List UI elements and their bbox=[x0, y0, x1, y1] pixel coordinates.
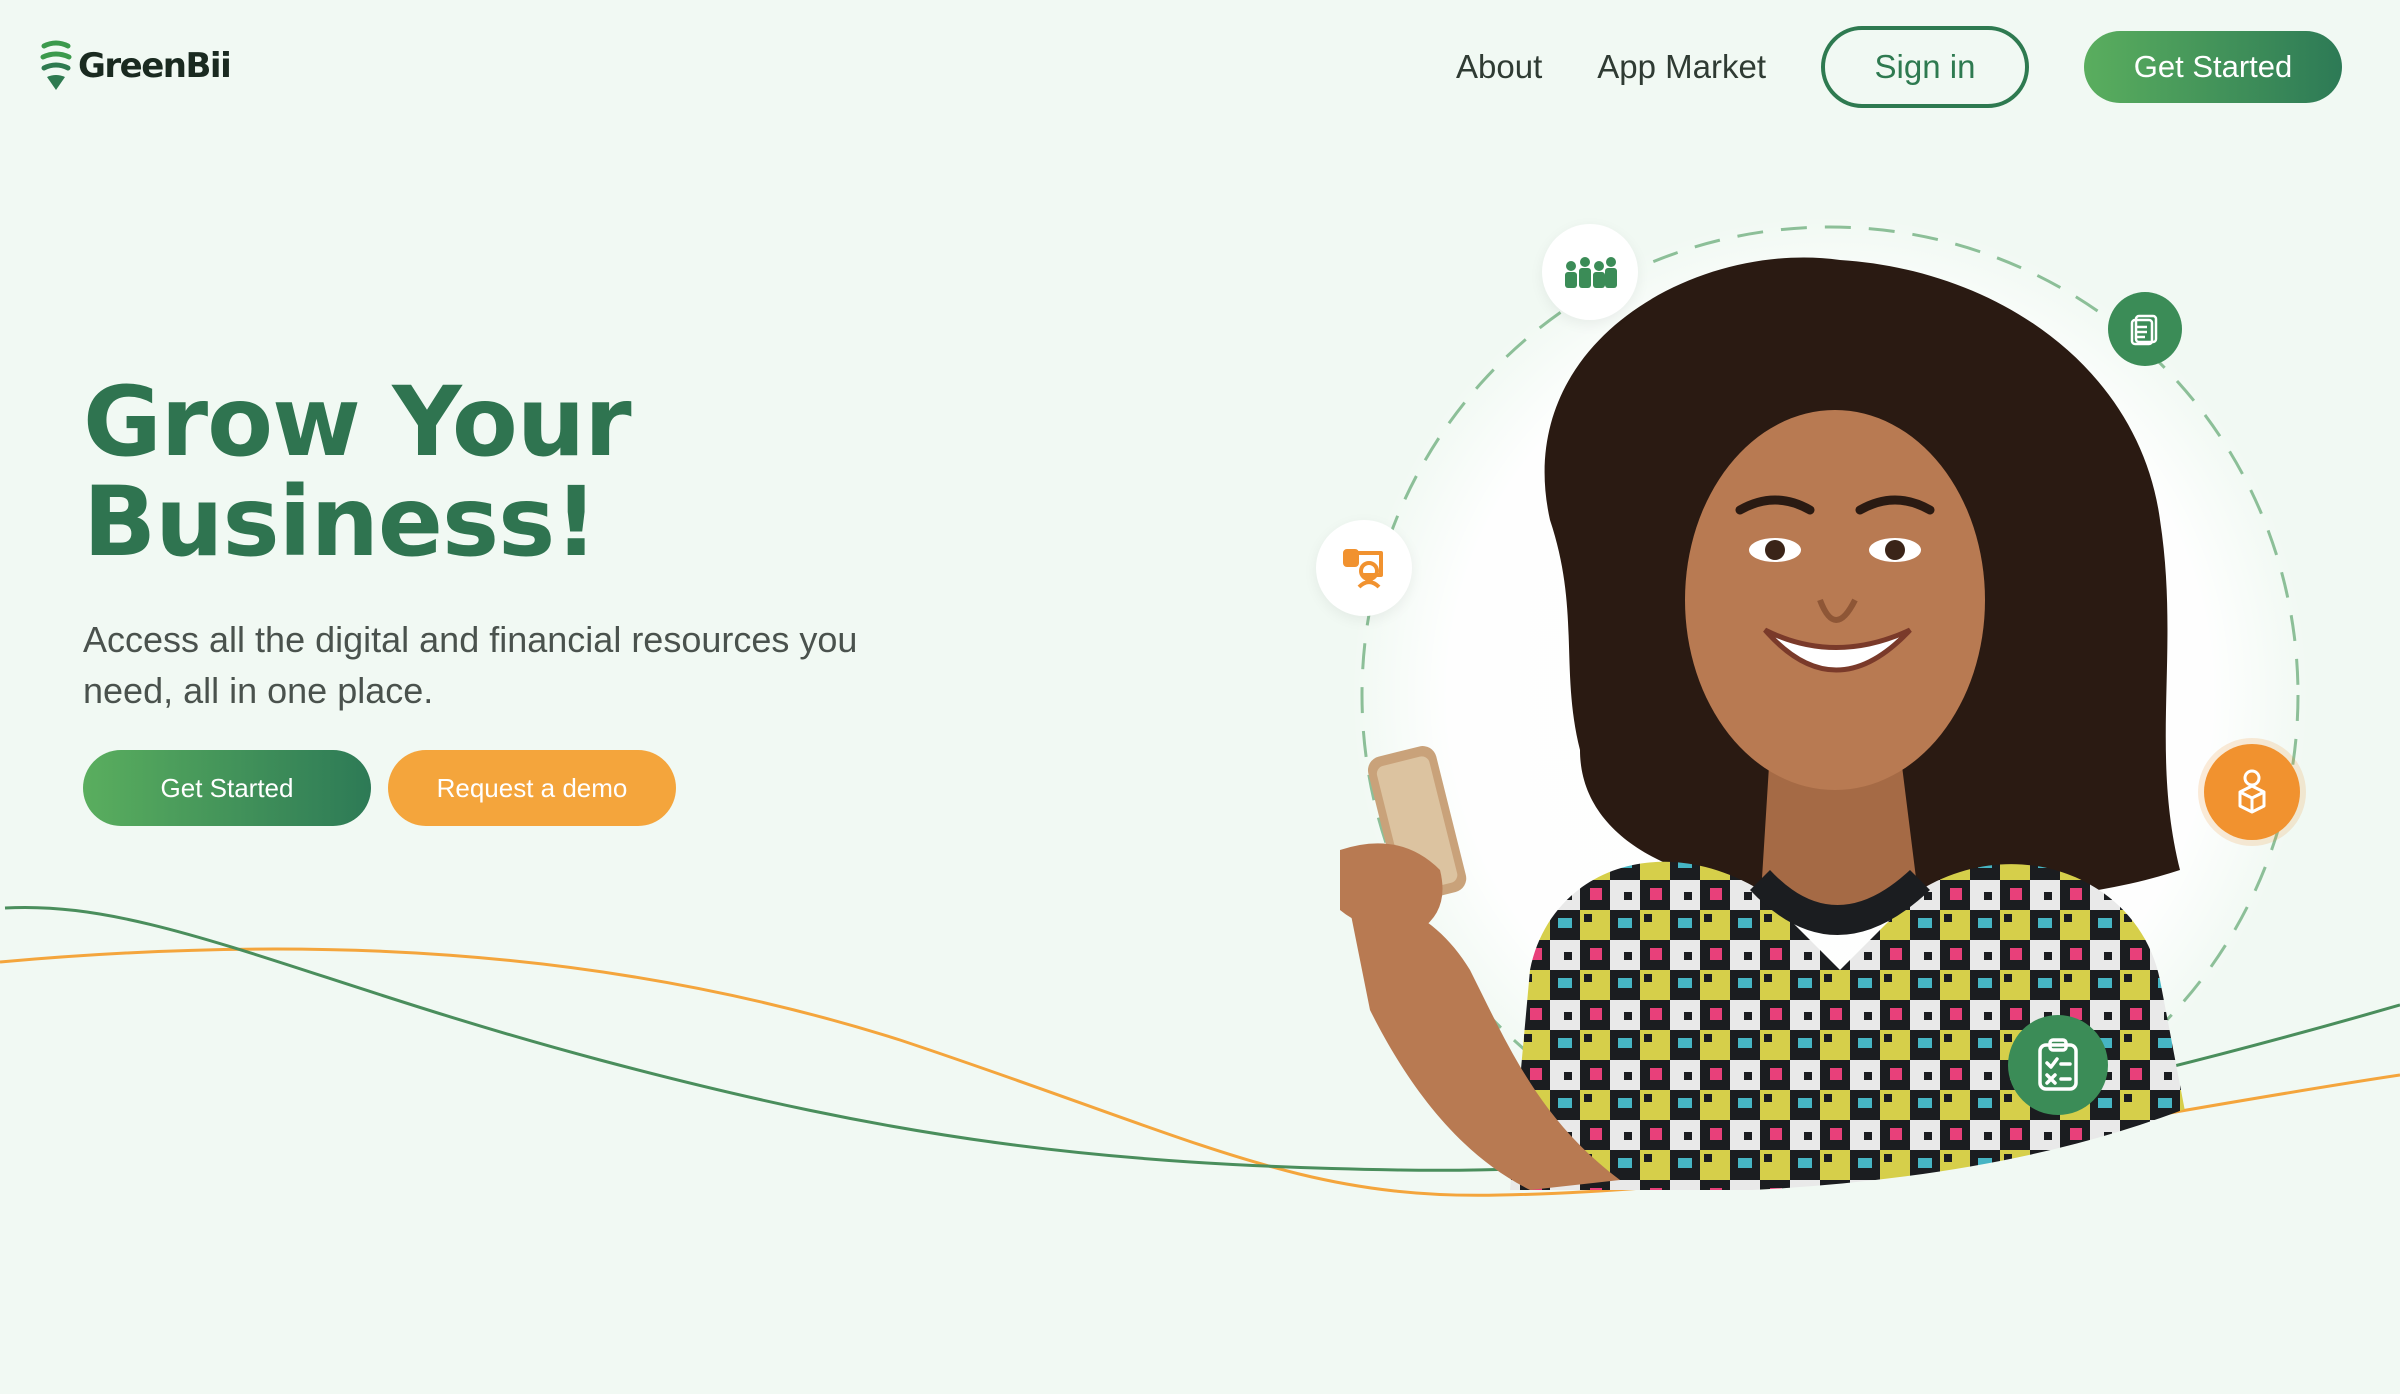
nav-link-about[interactable]: About bbox=[1456, 48, 1542, 86]
documents-icon[interactable] bbox=[2108, 292, 2182, 366]
hero-actions: Get Started Request a demo bbox=[83, 750, 676, 826]
presentation-icon[interactable] bbox=[1316, 520, 1412, 616]
sign-in-button[interactable]: Sign in bbox=[1821, 26, 2029, 108]
hero-title-line-2: Business! bbox=[83, 466, 598, 578]
package-handshake-icon[interactable] bbox=[2204, 744, 2300, 840]
hero-title-line-1: Grow Your bbox=[83, 366, 632, 478]
checklist-icon[interactable] bbox=[2008, 1015, 2108, 1115]
hero-subtitle: Access all the digital and financial res… bbox=[83, 619, 858, 711]
hero-illustration bbox=[1280, 190, 2400, 1210]
main-nav: About App Market Sign in Get Started bbox=[1456, 26, 2342, 108]
request-demo-button[interactable]: Request a demo bbox=[388, 750, 676, 826]
hero-get-started-button[interactable]: Get Started bbox=[83, 750, 371, 826]
brand-name: GreenBii bbox=[78, 46, 232, 86]
hero-photo bbox=[1340, 215, 2310, 1190]
logo-mark-icon bbox=[40, 40, 72, 90]
brand-logo[interactable]: GreenBii bbox=[40, 40, 232, 92]
header-get-started-button[interactable]: Get Started bbox=[2084, 31, 2342, 103]
nav-link-app-market[interactable]: App Market bbox=[1597, 48, 1766, 86]
hero-title: Grow Your Business! bbox=[83, 372, 983, 572]
team-icon[interactable] bbox=[1542, 224, 1638, 320]
landing-page: GreenBii About App Market Sign in Get St… bbox=[0, 0, 2400, 1394]
